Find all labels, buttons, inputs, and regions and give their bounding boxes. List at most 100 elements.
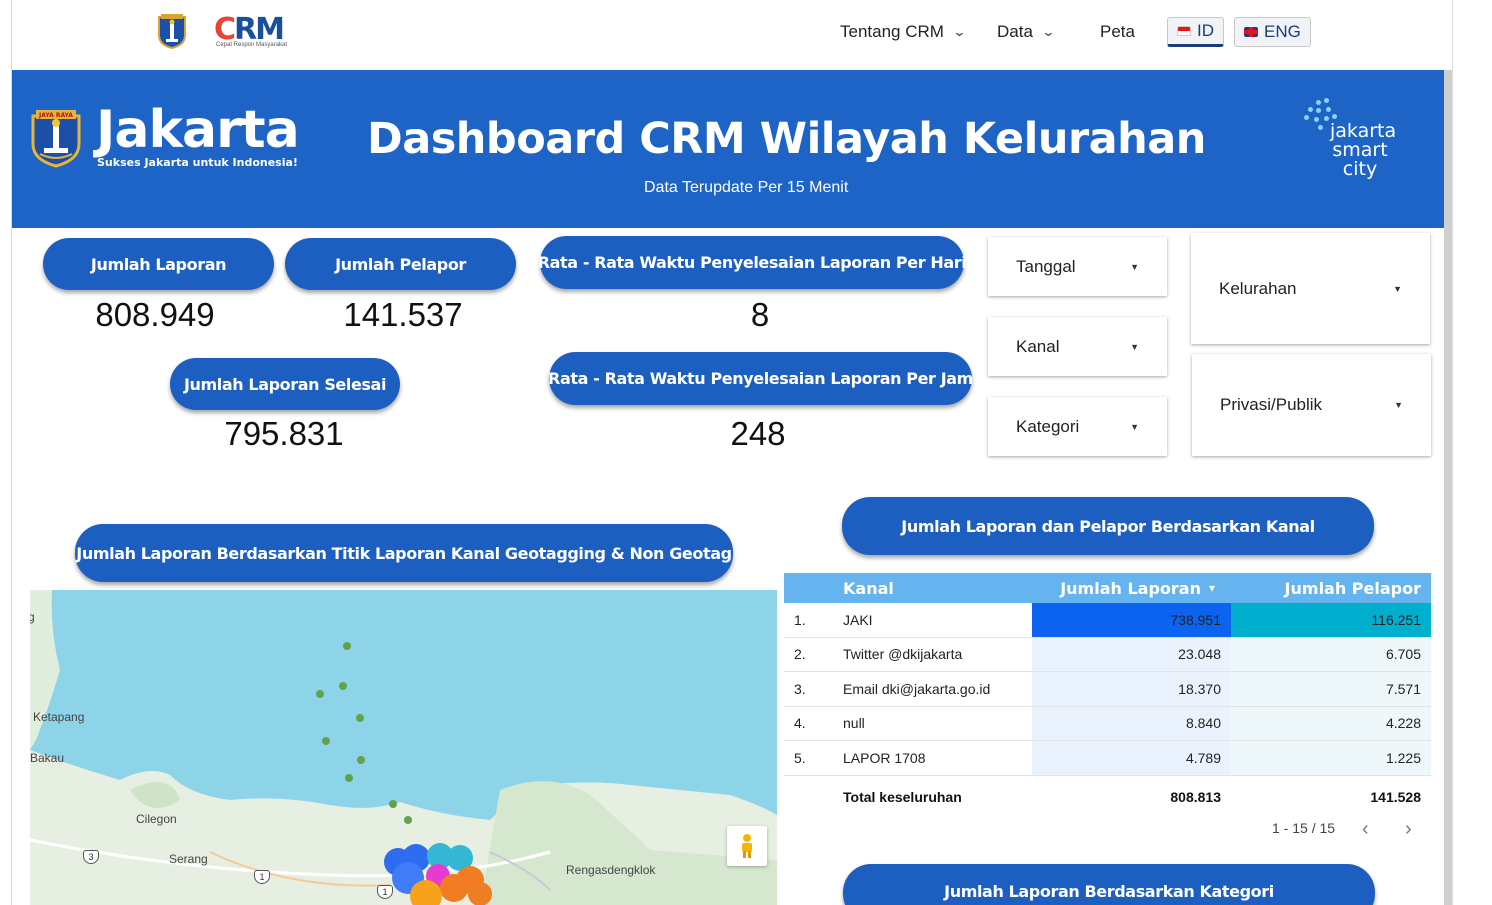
row-laporan: 738.951 <box>1032 603 1231 637</box>
report-point[interactable] <box>345 774 353 782</box>
table-row[interactable]: 2. Twitter @dkijakarta 23.048 6.705 <box>784 637 1431 672</box>
date-filter[interactable]: Tanggal ▼ <box>988 237 1167 296</box>
avg-day-value: 8 <box>750 296 770 333</box>
nav-map-label: Peta <box>1100 22 1135 41</box>
report-point[interactable] <box>389 800 397 808</box>
row-number: 2. <box>794 646 806 663</box>
report-cluster[interactable] <box>380 840 500 905</box>
lang-en-button[interactable]: ENG <box>1234 17 1311 47</box>
chevron-left-icon: ‹ <box>1362 818 1369 840</box>
right-border <box>1452 0 1453 905</box>
table-row[interactable]: 1. JAKI 738.951 116.251 <box>784 603 1431 638</box>
channel-table-title: Jumlah Laporan dan Pelapor Berdasarkan K… <box>842 497 1374 555</box>
row-pelapor: 1.225 <box>1231 741 1431 775</box>
total-reporters-value: 141.537 <box>343 296 463 333</box>
dropdown-caret-icon: ▼ <box>1393 283 1402 294</box>
uk-flag-icon <box>1244 27 1258 37</box>
row-kanal: null <box>843 715 865 732</box>
row-number: 1. <box>794 611 806 628</box>
row-kanal: LAPOR 1708 <box>843 749 926 766</box>
pagination-info: 1 - 15 / 15 <box>1272 820 1336 836</box>
map-label-ketapang: Ketapang <box>33 710 85 724</box>
row-number: 5. <box>794 749 806 766</box>
total-pelapor: 141.528 <box>1370 788 1421 805</box>
scrollbar[interactable] <box>1444 70 1452 905</box>
row-kanal: Email dki@jakarta.go.id <box>843 680 991 697</box>
dropdown-caret-icon: ▼ <box>1130 421 1139 432</box>
report-point[interactable] <box>316 690 324 698</box>
nav-about-label: Tentang CRM <box>840 22 944 41</box>
report-point[interactable] <box>404 816 412 824</box>
report-location-map[interactable]: g Ketapang Bakau Cilegon Serang Rengasde… <box>30 590 777 905</box>
lang-en-label: ENG <box>1264 22 1301 41</box>
dashboard-page: CRM Cepat Respon Masyarakat Tentang CRM … <box>0 0 1492 905</box>
col-kanal-header[interactable]: Kanal <box>843 573 894 603</box>
row-pelapor: 4.228 <box>1231 706 1431 740</box>
date-filter-label: Tanggal <box>1016 256 1076 276</box>
smart-city-wordmark: jakarta smart city <box>1330 120 1397 180</box>
col-pelapor-header[interactable]: Jumlah Pelapor <box>1231 573 1431 603</box>
table-row[interactable]: 3. Email dki@jakarta.go.id 18.370 7.571 <box>784 672 1431 707</box>
row-number: 4. <box>794 715 806 732</box>
dki-crest-logo[interactable] <box>157 13 187 49</box>
report-point[interactable] <box>357 756 365 764</box>
row-kanal: Twitter @dkijakarta <box>843 646 963 663</box>
map-label-rengasdengklok: Rengasdengklok <box>566 863 656 877</box>
dropdown-caret-icon: ▼ <box>1130 341 1139 352</box>
street-view-pegman-button[interactable] <box>727 826 767 866</box>
row-laporan: 8.840 <box>1032 706 1231 740</box>
nav-data-label: Data <box>997 22 1033 41</box>
indonesia-flag-icon <box>1177 26 1191 36</box>
map-label-serang: Serang <box>169 852 208 866</box>
row-number: 3. <box>794 680 806 697</box>
map-label-bakau: Bakau <box>30 751 65 765</box>
total-reports-value: 808.949 <box>95 296 215 333</box>
row-laporan: 18.370 <box>1032 672 1231 706</box>
table-row[interactable]: 4. null 8.840 4.228 <box>784 706 1431 741</box>
total-label: Total keseluruhan <box>843 788 962 805</box>
map-label-cilegon: Cilegon <box>136 812 177 826</box>
row-kanal: JAKI <box>843 611 873 628</box>
map-section-title: Jumlah Laporan Berdasarkan Titik Laporan… <box>75 524 733 582</box>
chevron-down-icon: ⌄ <box>952 24 967 39</box>
category-filter-label: Kategori <box>1016 416 1080 436</box>
table-header: Kanal Jumlah Laporan ▾ Jumlah Pelapor <box>784 573 1431 603</box>
top-navbar: CRM Cepat Respon Masyarakat Tentang CRM … <box>12 0 1452 70</box>
channel-table: Kanal Jumlah Laporan ▾ Jumlah Pelapor 1.… <box>784 573 1431 818</box>
report-point[interactable] <box>356 714 364 722</box>
nav-about-menu[interactable]: Tentang CRM ⌄ <box>840 20 967 44</box>
col-laporan-header[interactable]: Jumlah Laporan ▾ <box>1032 573 1231 603</box>
completed-reports-label: Jumlah Laporan Selesai <box>170 358 400 410</box>
dropdown-caret-icon: ▼ <box>1394 400 1403 410</box>
crm-logo[interactable]: CRM Cepat Respon Masyarakat <box>202 12 292 52</box>
svg-text:JAYA RAYA: JAYA RAYA <box>38 112 73 119</box>
chevron-right-icon: › <box>1405 818 1412 840</box>
category-section-title: Jumlah Laporan Berdasarkan Kategori <box>843 864 1375 905</box>
lang-id-label: ID <box>1197 21 1214 40</box>
village-filter[interactable]: Kelurahan ▼ <box>1191 233 1430 344</box>
report-point[interactable] <box>339 682 347 690</box>
channel-filter[interactable]: Kanal ▼ <box>988 317 1167 376</box>
avg-day-label: Rata - Rata Waktu Penyelesaian Laporan P… <box>538 236 967 289</box>
lang-id-button[interactable]: ID <box>1167 17 1224 47</box>
page-subtitle: Data Terupdate Per 15 Menit <box>644 179 849 196</box>
table-total-row: Total keseluruhan 808.813 141.528 <box>784 776 1431 818</box>
jakarta-brand-title: Jakarta <box>96 100 300 160</box>
next-page-button[interactable]: › <box>1405 818 1412 841</box>
prev-page-button[interactable]: ‹ <box>1362 818 1369 841</box>
pegman-icon <box>742 834 752 858</box>
nav-map-link[interactable]: Peta <box>1100 20 1135 44</box>
avg-hour-label: Rata - Rata Waktu Penyelesaian Laporan P… <box>548 352 973 405</box>
privacy-filter[interactable]: Privasi/Publik ▼ <box>1192 354 1431 456</box>
avg-hour-value: 248 <box>730 415 786 452</box>
row-pelapor: 7.571 <box>1231 672 1431 706</box>
map-label-partial: g <box>30 610 35 624</box>
dropdown-caret-icon: ▼ <box>1130 261 1139 272</box>
total-reports-label: Jumlah Laporan <box>43 238 274 290</box>
table-row[interactable]: 5. LAPOR 1708 4.789 1.225 <box>784 741 1431 776</box>
report-point[interactable] <box>322 737 330 745</box>
category-filter[interactable]: Kategori ▼ <box>988 397 1167 456</box>
row-laporan: 23.048 <box>1032 637 1231 671</box>
report-point[interactable] <box>343 642 351 650</box>
nav-data-menu[interactable]: Data ⌄ <box>997 20 1055 44</box>
